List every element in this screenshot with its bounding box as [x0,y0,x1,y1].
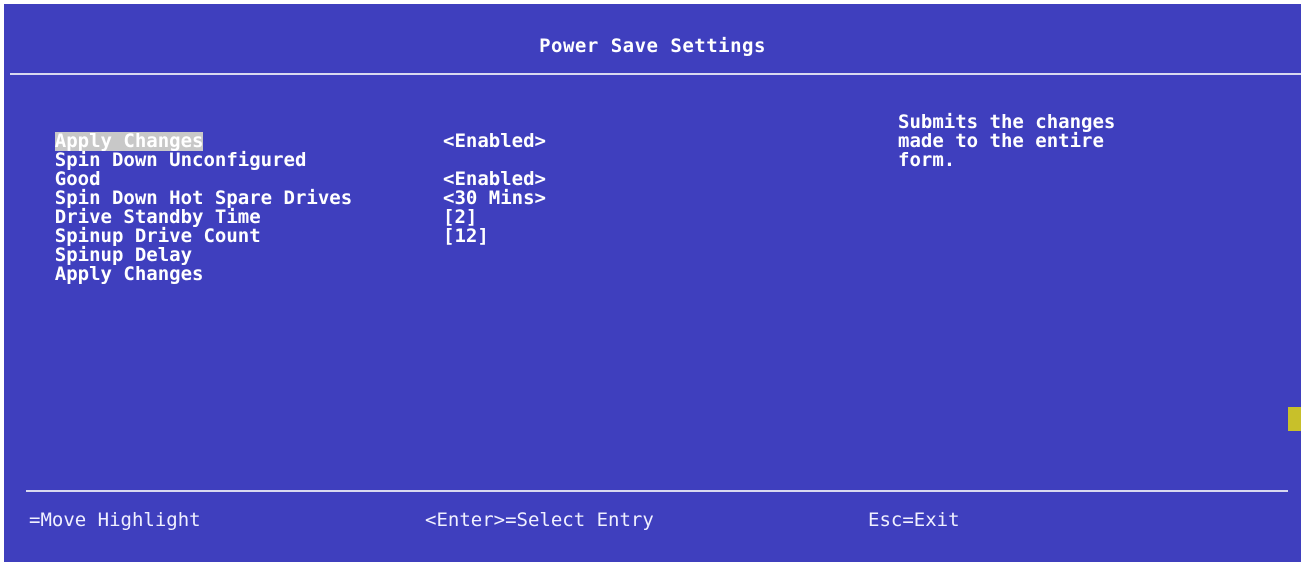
menu-item-value[interactable]: <Enabled> [443,132,546,151]
footer-select-hint: <Enter>=Select Entry [425,509,654,531]
menu-item-label: Apply Changes [54,263,204,285]
page-title: Power Save Settings [539,35,766,57]
scroll-indicator [1288,407,1301,431]
footer-move-hint: =Move Highlight [29,509,201,531]
top-divider [10,73,1301,75]
help-text: Submits the changes made to the entire f… [898,113,1238,170]
menu-item-apply-changes[interactable]: Apply Changes [9,246,204,303]
bottom-divider [26,490,1288,492]
bios-screen: Power Save Settings Apply Changes Spin D… [4,4,1301,562]
menu-item-value[interactable]: [12] [443,227,489,246]
footer-exit-hint: Esc=Exit [868,509,960,531]
help-line: form. [898,149,956,171]
